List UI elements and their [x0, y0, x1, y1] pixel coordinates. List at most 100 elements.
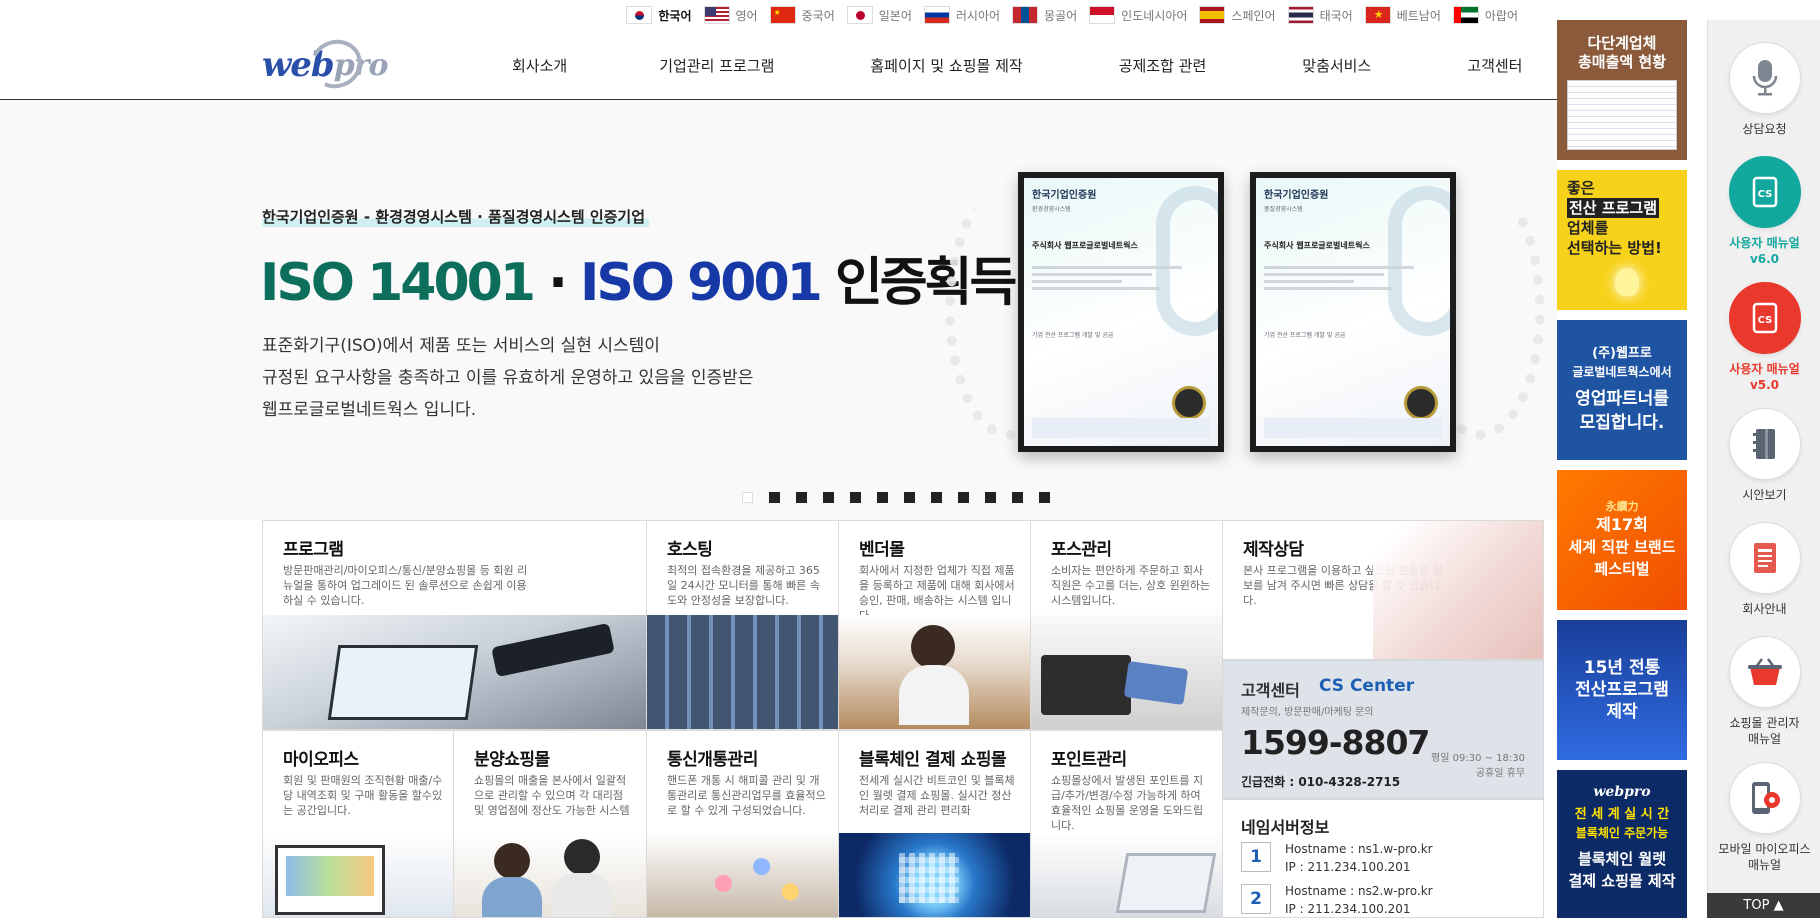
- lang-spanish[interactable]: 스페인어: [1199, 6, 1276, 24]
- service-card-program[interactable]: 프로그램 방문판매관리/마이오피스/통신/분양쇼핑몰 등 회원 리뉴얼을 통하여…: [262, 520, 647, 730]
- nav-homepage-shop[interactable]: 홈페이지 및 쇼핑몰 제작: [870, 55, 1022, 76]
- banner-text: 블록체인 월렛: [1577, 850, 1667, 868]
- quick-shop-admin-manual[interactable]: 쇼핑몰 관리자 매뉴얼: [1708, 636, 1820, 747]
- banner-text: 영업파트너를: [1575, 389, 1669, 409]
- lang-japanese[interactable]: 일본어: [846, 6, 912, 24]
- certificate-iso9001[interactable]: 한국기업인증원 품질경영시스템 주식회사 웹프로글로벌네트웍스 기업 전산 프로…: [1250, 172, 1456, 452]
- ip-label: IP :: [1285, 860, 1304, 874]
- nav-custom-service[interactable]: 맞춤서비스: [1302, 55, 1371, 76]
- certificate-footer: [1264, 418, 1442, 438]
- banner-text: (주)웹프로: [1592, 346, 1652, 361]
- mobile-gear-icon: [1728, 762, 1801, 834]
- nav-customer-center[interactable]: 고객센터: [1467, 55, 1522, 76]
- nav-mutual-aid[interactable]: 공제조합 관련: [1119, 55, 1207, 76]
- service-card-consulting[interactable]: 제작상담 본사 프로그램을 이용하고 싶으신 분들은 정보를 남겨 주시면 빠른…: [1223, 520, 1544, 660]
- lang-chinese[interactable]: ★ 중국어: [769, 6, 835, 24]
- webpro-logo[interactable]: web pro: [262, 32, 388, 96]
- cs-hours: 평일 09:30 ~ 18:30 공휴일 휴무: [1431, 751, 1525, 781]
- service-card-myoffice[interactable]: 마이오피스 회원 및 판매원의 조직현황 매출/수당 내역조회 및 구매 활동을…: [262, 730, 454, 918]
- nameserver-number: 1: [1241, 842, 1271, 872]
- service-card-blockchain-mall[interactable]: 블록체인 결제 쇼핑몰 전세계 실시간 비트코인 및 블록체인 월렛 결제 쇼핑…: [839, 730, 1031, 918]
- lang-vietnamese[interactable]: ★ 베트남어: [1364, 6, 1441, 24]
- scroll-top-button[interactable]: TOP ▲: [1707, 893, 1820, 918]
- hero-title-iso9001: ISO 9001: [580, 253, 823, 313]
- laptop-shopping-image: [1031, 833, 1222, 917]
- hero-title-iso14001: ISO 14001: [260, 253, 536, 313]
- slider-dot[interactable]: [958, 492, 969, 503]
- quick-manual-v5[interactable]: CS 사용자 매뉴얼 v5.0: [1708, 282, 1820, 393]
- cs-holiday-note: 공휴일 휴무: [1475, 768, 1525, 779]
- nameserver-panel: 네임서버정보 1 Hostname : ns1.w-pro.kr IP : 21…: [1222, 799, 1544, 918]
- nameserver-row: 2 Hostname : ns2.w-pro.kr IP : 211.234.1…: [1241, 882, 1531, 920]
- slider-dot[interactable]: [796, 492, 807, 503]
- slider-dot[interactable]: [823, 492, 834, 503]
- cs-emergency-phone[interactable]: 긴급전화 : 010-4328-2715: [1241, 773, 1400, 790]
- service-desc: 회원 및 판매원의 조직현황 매출/수당 내역조회 및 구매 활동을 할수있는 …: [283, 774, 443, 817]
- typing-hands-image: [1373, 521, 1543, 659]
- quick-mobile-myoffice-manual[interactable]: 모바일 마이오피스 매뉴얼: [1708, 762, 1820, 873]
- nav-erp-program[interactable]: 기업관리 프로그램: [659, 55, 774, 76]
- lang-label: 인도네시아어: [1121, 8, 1188, 23]
- banner-sales-status[interactable]: 다단계업체 총매출액 현황: [1557, 20, 1687, 160]
- service-card-telecom[interactable]: 통신개통관리 핸드폰 개통 시 해피콜 관리 및 개통관리로 통신관리업무를 효…: [647, 730, 839, 918]
- service-card-vendor-mall[interactable]: 벤더몰 회사에서 지정한 업체가 직접 제품을 등록하고 제품에 대해 회사에서…: [839, 520, 1031, 730]
- lang-arabic[interactable]: 아랍어: [1452, 6, 1518, 24]
- service-card-point[interactable]: 포인트관리 쇼핑몰상에서 발생된 포인트를 지급/추가/변경/수정 가능하게 하…: [1031, 730, 1223, 918]
- service-card-hosting[interactable]: 호스팅 최적의 접속환경을 제공하고 365일 24시간 모니터를 통해 빠른 …: [647, 520, 839, 730]
- quick-consult-request[interactable]: 상담요청: [1708, 42, 1820, 137]
- quick-manual-v6[interactable]: CS 사용자 매뉴얼 v6.0: [1708, 156, 1820, 267]
- cs-phone-number[interactable]: 1599-8807: [1241, 723, 1430, 762]
- blockchain-cubes-image: [839, 833, 1030, 917]
- app-icons-phone-image: [647, 833, 838, 917]
- slider-dot[interactable]: [850, 492, 861, 503]
- lightbulb-icon: [1615, 268, 1639, 296]
- banner-blockchain-wallet[interactable]: webpro 전 세 계 실 시 간 블록체인 주문가능 블록체인 월렛 결제 …: [1557, 770, 1687, 918]
- slider-dot[interactable]: [931, 492, 942, 503]
- certificate-company: 주식회사 웹프로글로벌네트웍스: [1032, 241, 1138, 250]
- certificate-iso14001[interactable]: 한국기업인증원 환경경영시스템 주식회사 웹프로글로벌네트웍스 기업 전산 프로…: [1018, 172, 1224, 452]
- banner-text: 제17회: [1596, 515, 1648, 534]
- banner-choose-program[interactable]: 좋은 전산 프로그램 업체를 선택하는 방법!: [1557, 170, 1687, 310]
- jp-flag-icon: [846, 6, 873, 24]
- banner-partner-recruit[interactable]: (주)웹프로 글로벌네트웍스에서 영업파트너를 모집합니다.: [1557, 320, 1687, 460]
- dashboard-monitor-image: [263, 833, 453, 917]
- banner-text: 永續力: [1605, 500, 1639, 513]
- nameserver-host-line: Hostname : ns1.w-pro.kr: [1285, 842, 1433, 856]
- slider-dot[interactable]: [985, 492, 996, 503]
- quick-label-line: 매뉴얼: [1747, 858, 1782, 872]
- host-label: Hostname :: [1285, 884, 1355, 898]
- lang-indonesian[interactable]: 인도네시아어: [1089, 6, 1187, 24]
- service-title: 제작상담: [1243, 540, 1304, 560]
- slider-dot[interactable]: [742, 492, 753, 503]
- lang-thai[interactable]: 태국어: [1287, 6, 1353, 24]
- quick-label-line: v6.0: [1749, 252, 1780, 266]
- slider-dot[interactable]: [769, 492, 780, 503]
- slider-dot[interactable]: [1039, 492, 1050, 503]
- service-card-distribution-mall[interactable]: 분양쇼핑몰 쇼핑몰의 매출을 본사에서 일괄적으로 관리할 수 있으며 각 대리…: [454, 730, 647, 918]
- lang-mongolian[interactable]: 몽골어: [1012, 6, 1077, 24]
- quick-label: 회사안내: [1742, 602, 1787, 616]
- vn-flag-icon: ★: [1364, 6, 1391, 24]
- quick-view-draft[interactable]: 시안보기: [1708, 408, 1820, 503]
- slider-dot[interactable]: [904, 492, 915, 503]
- lang-korean[interactable]: 한국어: [626, 6, 692, 24]
- certificate-watermark: [1388, 186, 1450, 336]
- slider-dot[interactable]: [877, 492, 888, 503]
- business-meeting-image: [263, 614, 646, 729]
- banner-text: 좋은: [1567, 179, 1595, 197]
- banner-15-years[interactable]: 15년 전통 전산프로그램 제작: [1557, 620, 1687, 760]
- lang-russian[interactable]: 러시아어: [923, 6, 1000, 24]
- certificate-scope: 기업 전산 프로그램 개발 및 공급: [1032, 332, 1114, 339]
- slider-pagination: [742, 492, 1050, 503]
- service-card-pos[interactable]: 포스관리 소비자는 편안하게 주문하고 회사 직원은 수고를 더는, 상호 윈윈…: [1031, 520, 1223, 730]
- lang-english[interactable]: 영어: [703, 6, 758, 24]
- slider-dot[interactable]: [1012, 492, 1023, 503]
- banner-brand-festival[interactable]: 永續力 제17회 세계 직판 브랜드 페스티벌: [1557, 470, 1687, 610]
- nameserver-number: 2: [1241, 884, 1271, 914]
- certificate-text-lines: [1032, 262, 1182, 294]
- server-racks-image: [647, 614, 838, 729]
- nav-company[interactable]: 회사소개: [512, 55, 567, 76]
- quick-company-info[interactable]: 회사안내: [1708, 522, 1820, 617]
- card-payment-image: [1031, 614, 1222, 729]
- cs-title-en: CS Center: [1319, 676, 1415, 696]
